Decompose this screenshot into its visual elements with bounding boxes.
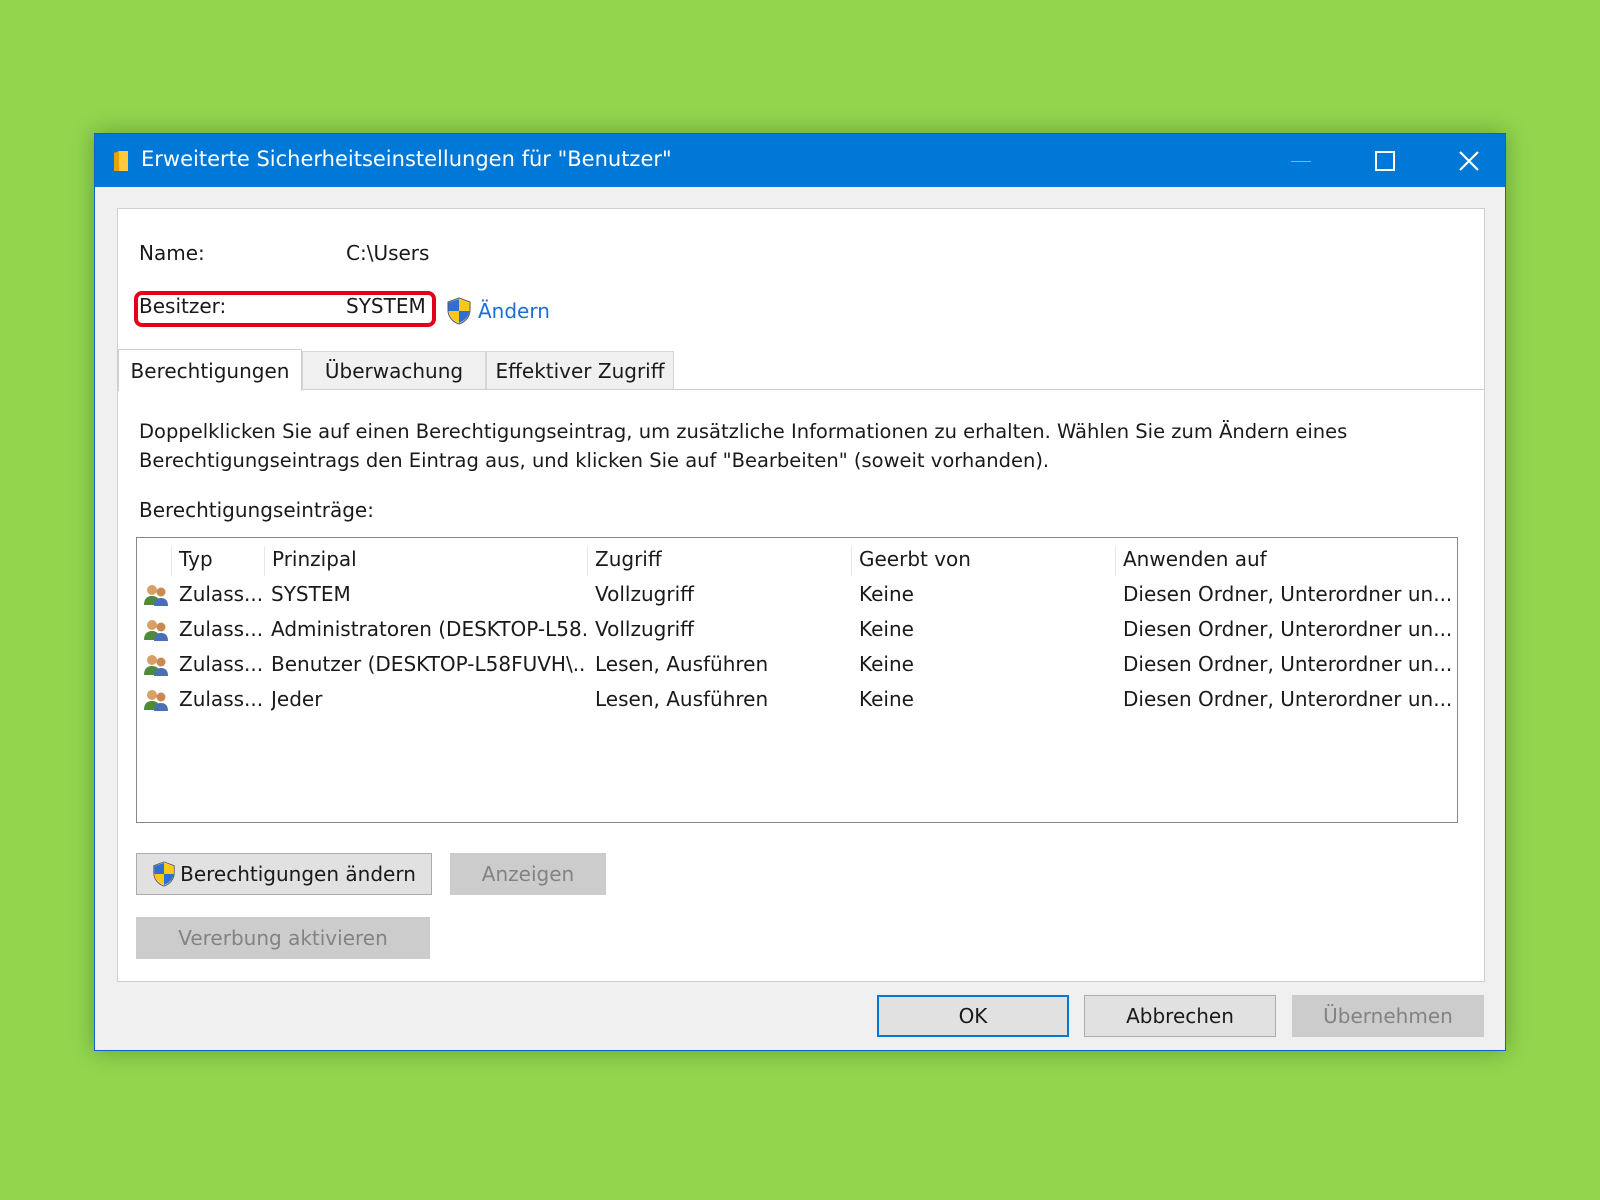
users-icon [144,690,168,711]
instructions-text: Doppelklicken Sie auf einen Berechtigung… [139,417,1459,475]
name-value: C:\Users [346,241,430,265]
button-label: Berechtigungen ändern [180,862,416,886]
maximize-button[interactable] [1343,134,1427,187]
cell-type: Zulass... [179,582,264,606]
change-owner-link-text: Ändern [478,299,550,323]
cell-principal: Benutzer (DESKTOP-L58FUVH\... [271,652,586,676]
minimize-icon [1291,161,1311,162]
instructions-line: Doppelklicken Sie auf einen Berechtigung… [139,420,1348,443]
instructions-line: Berechtigungseintrags den Eintrag aus, u… [139,449,1050,472]
cell-applies-to: Diesen Ordner, Unterordner un... [1123,687,1453,711]
owner-highlight-annotation [134,291,436,327]
button-label: OK [958,1004,988,1028]
uac-shield-icon [447,297,471,325]
permission-entries-label: Berechtigungseinträge: [139,498,374,522]
tab-strip-border [118,389,1484,390]
title-bar[interactable]: Erweiterte Sicherheitseinstellungen für … [95,134,1505,187]
enable-inheritance-button[interactable]: Vererbung aktivieren [136,917,430,959]
cell-type: Zulass... [179,687,264,711]
cell-access: Lesen, Ausführen [595,652,769,676]
button-label: Anzeigen [481,862,575,886]
security-dialog: Erweiterte Sicherheitseinstellungen für … [94,133,1506,1051]
change-permissions-button[interactable]: Berechtigungen ändern [136,853,432,895]
cell-type: Zulass... [179,617,264,641]
table-row[interactable]: Zulass... Administratoren (DESKTOP-L58..… [137,612,1457,647]
tab-label: Berechtigungen [130,358,290,383]
cell-access: Vollzugriff [595,582,694,606]
close-button[interactable] [1427,134,1511,187]
cell-principal: SYSTEM [271,582,351,606]
cell-inherited-from: Keine [859,617,914,641]
change-owner-link[interactable]: Ändern [446,297,550,325]
show-button[interactable]: Anzeigen [450,853,606,895]
cell-type: Zulass... [179,652,264,676]
column-header-inherited-from[interactable]: Geerbt von [851,546,1111,576]
button-label: Übernehmen [1323,1004,1453,1028]
tab-label: Überwachung [324,358,464,383]
tab-effective-access[interactable]: Effektiver Zugriff [486,351,674,389]
cell-inherited-from: Keine [859,687,914,711]
cell-applies-to: Diesen Ordner, Unterordner un... [1123,652,1453,676]
apply-button[interactable]: Übernehmen [1292,995,1484,1037]
button-label: Abbrechen [1126,1004,1234,1028]
users-icon [144,585,168,606]
table-row[interactable]: Zulass... Jeder Lesen, Ausführen Keine D… [137,682,1457,717]
content-panel: Name: C:\Users Besitzer: SYSTEM Ändern B… [117,208,1485,982]
permission-entries-list[interactable]: Typ Prinzipal Zugriff Geerbt von Anwende… [136,537,1458,823]
cell-access: Vollzugriff [595,617,694,641]
cell-inherited-from: Keine [859,652,914,676]
tab-auditing[interactable]: Überwachung [302,351,486,389]
close-icon [1459,150,1479,171]
users-icon [144,655,168,676]
name-label: Name: [139,241,205,265]
cell-applies-to: Diesen Ordner, Unterordner un... [1123,617,1453,641]
cell-access: Lesen, Ausführen [595,687,769,711]
users-icon [144,620,168,641]
cell-principal: Administratoren (DESKTOP-L58... [271,617,586,641]
folder-icon [114,151,128,171]
ok-button[interactable]: OK [877,995,1069,1037]
column-header-principal[interactable]: Prinzipal [264,546,587,576]
column-header-access[interactable]: Zugriff [587,546,847,576]
cancel-button[interactable]: Abbrechen [1084,995,1276,1037]
table-row[interactable]: Zulass... Benutzer (DESKTOP-L58FUVH\... … [137,647,1457,682]
button-label: Vererbung aktivieren [178,926,388,950]
cell-principal: Jeder [271,687,323,711]
tab-label: Effektiver Zugriff [495,358,665,383]
maximize-icon [1375,150,1395,171]
minimize-button[interactable] [1259,134,1343,187]
cell-inherited-from: Keine [859,582,914,606]
window-title: Erweiterte Sicherheitseinstellungen für … [141,147,672,171]
column-header-applies-to[interactable]: Anwenden auf [1115,546,1453,576]
column-header-type[interactable]: Typ [171,546,264,576]
cell-applies-to: Diesen Ordner, Unterordner un... [1123,582,1453,606]
table-row[interactable]: Zulass... SYSTEM Vollzugriff Keine Diese… [137,577,1457,612]
tab-permissions[interactable]: Berechtigungen [118,349,302,391]
uac-shield-icon [153,861,175,887]
